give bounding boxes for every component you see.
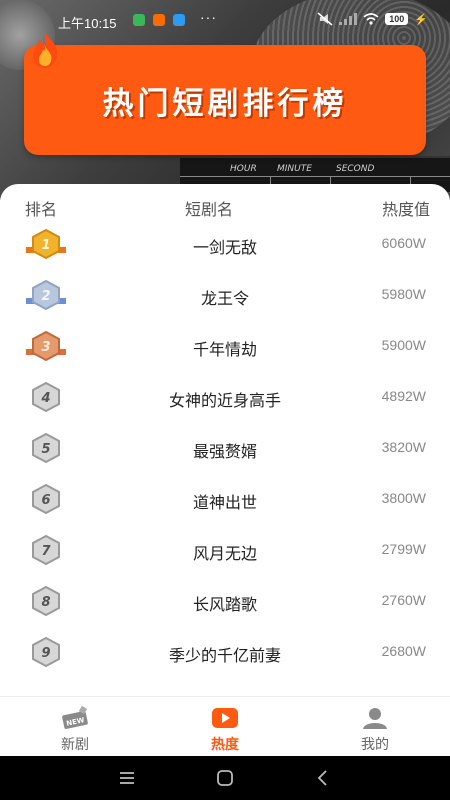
fire-icon [32, 32, 58, 68]
drama-name: 一剑无敌 [192, 238, 257, 257]
title-banner: 热门短剧排行榜 [24, 45, 426, 155]
mi-app-icon [153, 14, 165, 26]
drama-name: 长风踏歌 [192, 595, 257, 614]
drama-name: 龙王令 [200, 289, 249, 308]
menu-icon[interactable] [117, 768, 137, 788]
table-row[interactable]: 2 龙王令 5980W [0, 275, 450, 326]
bottom-tab-bar: NEW 新剧 热度 我的 [0, 696, 450, 756]
telegram-app-icon [173, 14, 185, 26]
wifi-icon [363, 13, 379, 25]
drama-name: 千年情劫 [192, 340, 257, 359]
rank-number: 3 [41, 340, 50, 355]
rank-badge-icon: 6 [32, 483, 60, 515]
tab-hot-label: 热度 [211, 737, 239, 753]
heat-value: 5980W [381, 286, 426, 302]
heat-value: 2799W [381, 541, 426, 557]
rank-number: 8 [41, 595, 50, 610]
rank-badge-icon: 9 [32, 636, 60, 668]
drama-name: 道神出世 [192, 493, 257, 512]
rank-number: 1 [41, 238, 50, 253]
rank-number: 2 [41, 289, 50, 304]
table-row[interactable]: 1 一剑无敌 6060W [0, 224, 450, 275]
clapper-label-hour: HOUR [230, 164, 257, 174]
rank-badge-icon: 1 [26, 228, 66, 260]
rank-number: 7 [41, 544, 51, 559]
heat-value: 3800W [381, 490, 426, 506]
rank-number: 9 [41, 646, 50, 661]
tab-new-label: 新剧 [61, 737, 89, 753]
heat-value: 5900W [381, 337, 426, 353]
drama-name: 风月无边 [192, 544, 257, 563]
heat-value: 2680W [381, 643, 426, 659]
play-icon [212, 708, 238, 728]
rank-number: 4 [40, 391, 50, 406]
user-icon [363, 708, 387, 729]
tab-hot[interactable]: 热度 [150, 697, 300, 757]
status-time: 上午10:15 [58, 16, 117, 31]
tab-mine[interactable]: 我的 [300, 697, 450, 757]
drama-name: 女神的近身高手 [168, 391, 281, 410]
system-nav-bar [0, 756, 450, 800]
heat-value: 3820W [381, 439, 426, 455]
table-row[interactable]: 4 女神的近身高手 4892W [0, 377, 450, 428]
tab-new[interactable]: NEW 新剧 [0, 697, 150, 757]
table-row[interactable]: 3 千年情劫 5900W [0, 326, 450, 377]
rank-badge-icon: 5 [32, 432, 60, 464]
table-row[interactable]: 9 季少的千亿前妻 2680W [0, 632, 450, 683]
rank-number: 6 [41, 493, 50, 508]
heat-value: 2760W [381, 592, 426, 608]
rank-badge-icon: 7 [32, 534, 60, 566]
header-rank: 排名 [25, 200, 58, 219]
header-heat: 热度值 [381, 200, 430, 219]
heat-value: 6060W [381, 235, 426, 251]
table-row[interactable]: 7 风月无边 2799W [0, 530, 450, 581]
back-icon[interactable] [313, 768, 333, 788]
drama-name: 季少的千亿前妻 [168, 646, 281, 665]
table-row[interactable]: 5 最强赘婿 3820W [0, 428, 450, 479]
rank-badge-icon: 8 [32, 585, 60, 617]
drama-name: 最强赘婿 [192, 442, 257, 461]
home-icon[interactable] [215, 768, 235, 788]
charging-icon: ⚡ [414, 13, 428, 26]
messages-app-icon [133, 14, 145, 26]
heat-value: 4892W [381, 388, 426, 404]
clapper-label-second: SECOND [336, 164, 375, 174]
new-icon: NEW [62, 705, 88, 729]
rank-number: 5 [41, 442, 50, 457]
header-name: 短剧名 [185, 200, 234, 219]
clapper-label-minute: MINUTE [277, 164, 312, 174]
page-title: 热门短剧排行榜 [102, 85, 348, 122]
mute-icon [317, 12, 333, 26]
more-notifications-icon: ··· [200, 9, 217, 25]
table-row[interactable]: 6 道神出世 3800W [0, 479, 450, 530]
rank-badge-icon: 4 [32, 381, 60, 413]
battery-level: 100 [385, 13, 409, 25]
rank-badge-icon: 2 [26, 279, 66, 311]
status-bar: 上午10:15 ··· 100 ⚡ [0, 0, 450, 40]
table-row[interactable]: 8 长风踏歌 2760W [0, 581, 450, 632]
table-header: 排名 短剧名 热度值 [0, 184, 450, 226]
ranking-list: 1 一剑无敌 6060W 2 龙王令 5980W 3 千年情劫 5900W 4 女神的近身高手 489… [0, 224, 450, 683]
tab-mine-label: 我的 [361, 737, 389, 753]
rank-badge-icon: 3 [26, 330, 66, 362]
signal-icon [339, 13, 358, 25]
ranking-panel: 排名 短剧名 热度值 1 一剑无敌 6060W 2 龙王令 5980W 3 千年情劫 5900W… [0, 184, 450, 696]
